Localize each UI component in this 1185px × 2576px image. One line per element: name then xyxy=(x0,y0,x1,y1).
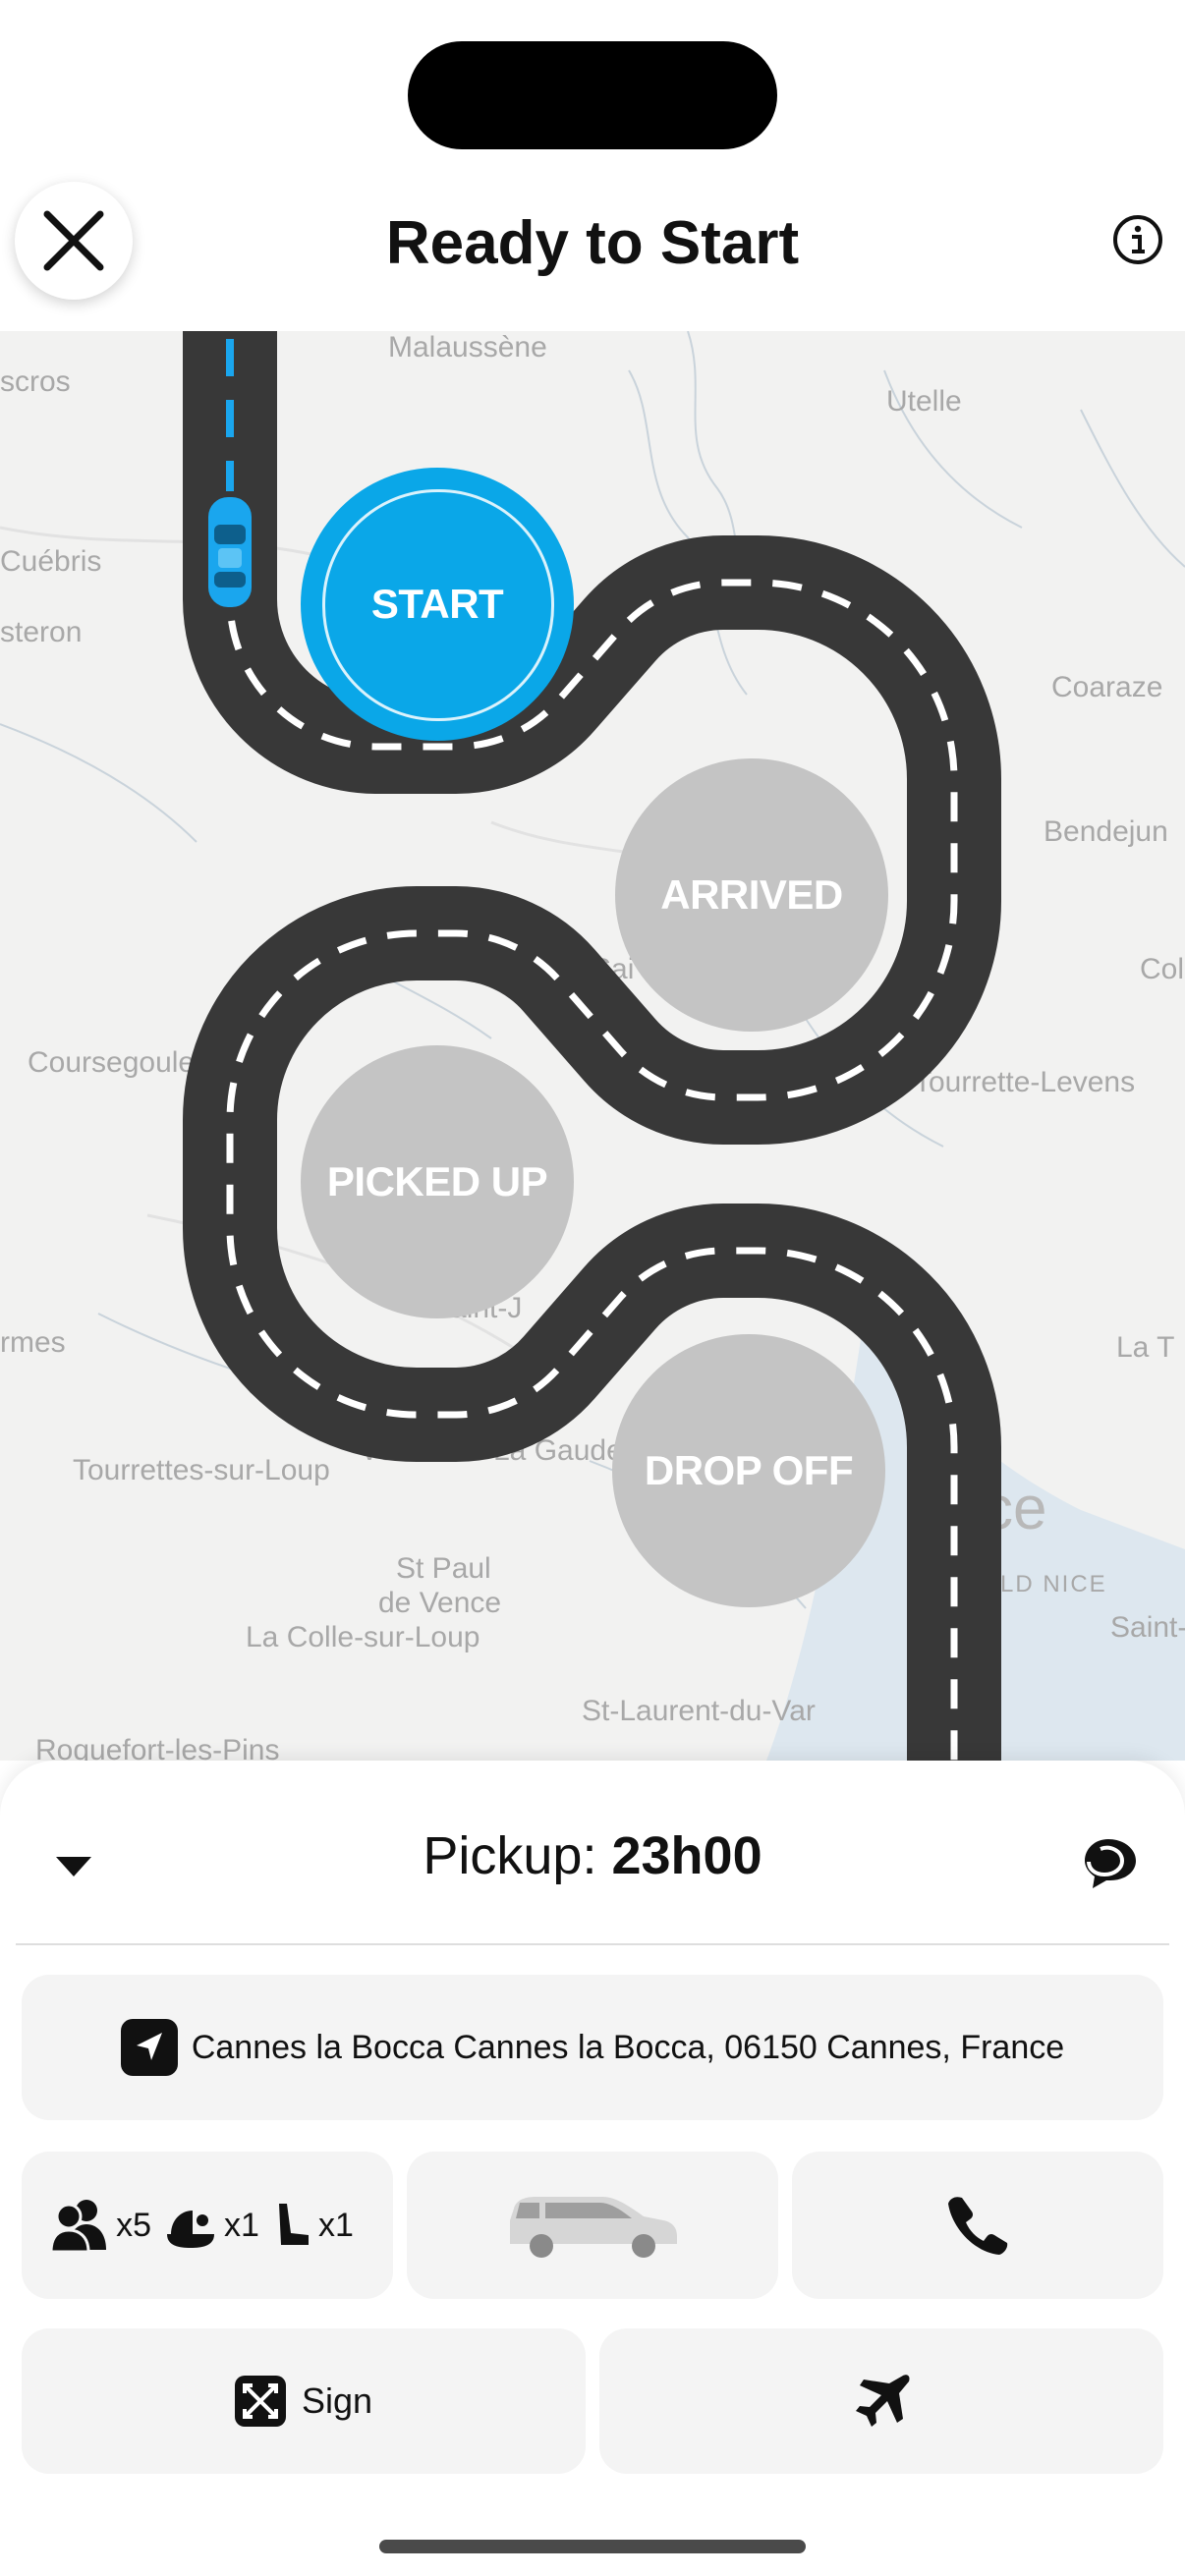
chat-icon[interactable] xyxy=(1081,1835,1140,1890)
sign-icon xyxy=(234,2376,286,2427)
stage-label: DROP OFF xyxy=(644,1447,854,1493)
route-map[interactable]: Malaussène Utelle scros Cuébris steron C… xyxy=(0,331,1185,1761)
stage-label: PICKED UP xyxy=(326,1158,548,1204)
page-title: Ready to Start xyxy=(385,209,800,277)
airplane-icon xyxy=(856,2375,910,2427)
passenger-info-card[interactable]: x5 x1 x1 xyxy=(22,2152,393,2299)
stage-picked-up-button[interactable]: PICKED UP xyxy=(301,1045,574,1318)
booster-seat-icon xyxy=(278,2204,309,2245)
pickup-time-value: 23h00 xyxy=(611,1826,762,1885)
call-button[interactable] xyxy=(792,2152,1163,2299)
sign-label: Sign xyxy=(301,2380,373,2421)
divider xyxy=(16,1943,1169,1945)
pickup-label: Pickup: xyxy=(423,1826,597,1885)
info-icon[interactable] xyxy=(1110,212,1165,267)
car-icon xyxy=(208,497,252,607)
route-road xyxy=(183,331,1001,1761)
van-icon xyxy=(510,2197,677,2258)
phone-icon xyxy=(948,2197,1008,2255)
dynamic-island xyxy=(408,41,777,149)
passengers-icon xyxy=(49,2200,107,2254)
pickup-address: Cannes la Bocca Cannes la Bocca, 06150 C… xyxy=(191,2028,1065,2066)
stage-drop-off-button[interactable]: DROP OFF xyxy=(612,1334,885,1607)
passenger-count: x5 xyxy=(116,2206,152,2244)
stage-arrived-button[interactable]: ARRIVED xyxy=(615,758,888,1032)
sign-button[interactable]: Sign xyxy=(22,2328,586,2474)
baby-seat-count: x1 xyxy=(224,2206,259,2244)
baby-seat-icon xyxy=(167,2211,215,2248)
home-indicator xyxy=(379,2540,806,2553)
vehicle-card[interactable] xyxy=(407,2152,778,2299)
stage-label: ARRIVED xyxy=(660,871,843,918)
pickup-time: Pickup: 23h00 xyxy=(0,1825,1185,1886)
stage-label: START xyxy=(370,581,504,627)
pickup-address-card[interactable]: Cannes la Bocca Cannes la Bocca, 06150 C… xyxy=(22,1975,1163,2120)
stage-start-button[interactable]: START xyxy=(301,468,574,741)
flight-button[interactable] xyxy=(599,2328,1163,2474)
booster-seat-count: x1 xyxy=(317,2206,354,2244)
navigation-arrow-icon xyxy=(120,2019,178,2076)
